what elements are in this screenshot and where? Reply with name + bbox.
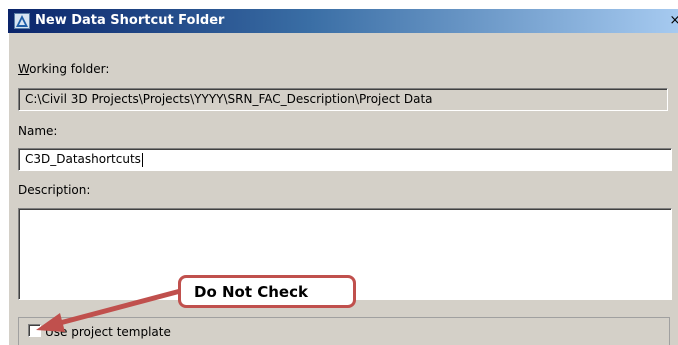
- do-not-check-callout: Do Not Check: [178, 275, 356, 308]
- callout-text: Do Not Check: [194, 283, 308, 301]
